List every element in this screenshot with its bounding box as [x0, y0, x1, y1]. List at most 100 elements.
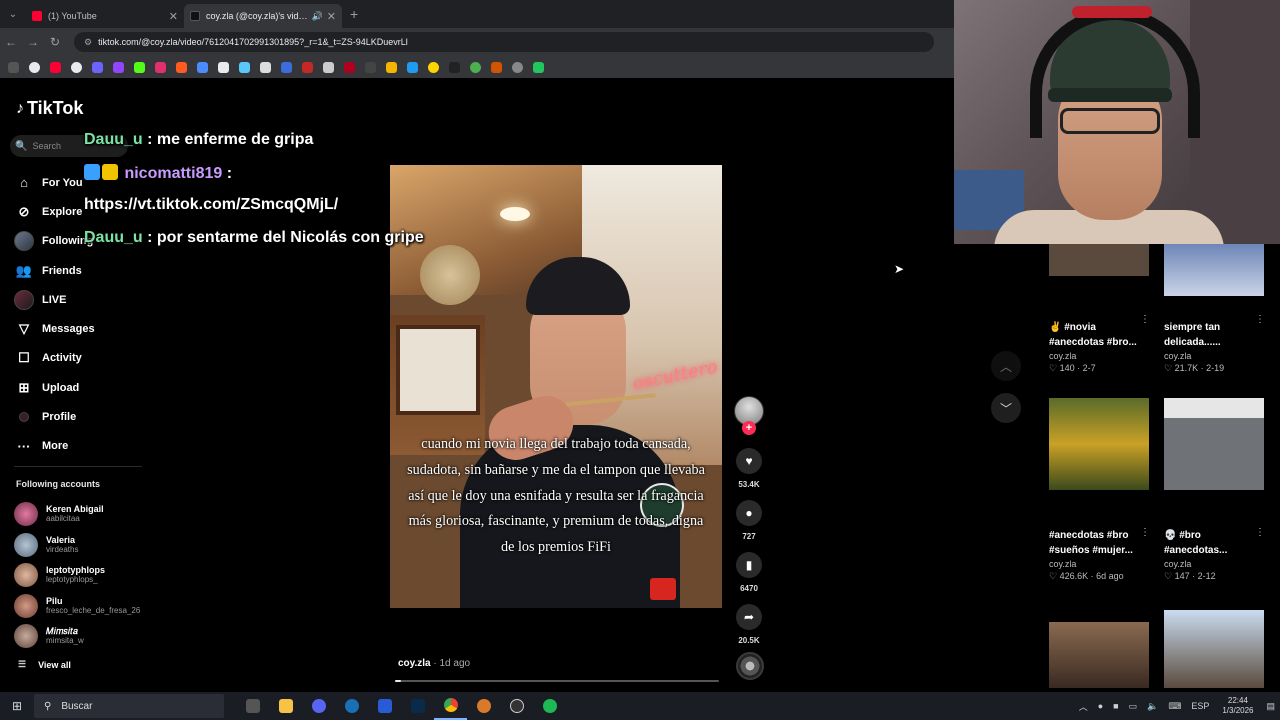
reload-icon[interactable]: ↻	[44, 35, 66, 49]
discord-icon[interactable]	[302, 692, 335, 720]
video-author[interactable]: coy.zla	[1049, 559, 1149, 569]
bookmark-icon[interactable]	[176, 61, 187, 73]
windows-start-icon[interactable]: ⊞	[0, 699, 34, 713]
video-author[interactable]: coy.zla	[1049, 351, 1149, 361]
vegas-icon[interactable]	[368, 692, 401, 720]
tab-search-icon[interactable]: ⌄	[0, 0, 26, 28]
taskbar-search-input[interactable]: ⚲ Buscar	[34, 694, 224, 718]
tab-tiktok[interactable]: coy.zla (@coy.zla)'s video o 🔊 ✕	[184, 4, 342, 28]
nav-friends[interactable]: 👥 Friends	[14, 256, 144, 285]
following-account[interactable]: Pilu fresco_leche_de_fresa_26	[14, 591, 154, 622]
video-thumbnail[interactable]	[1049, 622, 1149, 688]
bookmark-icon[interactable]	[239, 61, 250, 73]
bookmark-icon[interactable]	[533, 61, 544, 73]
back-icon[interactable]: ←	[0, 35, 22, 49]
bookmark-icon[interactable]	[428, 61, 439, 73]
like-button[interactable]: ♥ 53.4K	[734, 448, 764, 489]
network-icon[interactable]: ▭	[1129, 701, 1138, 712]
following-account[interactable]: Keren Abigail aabilcitaa	[14, 499, 154, 530]
bookmark-icon[interactable]	[155, 61, 166, 73]
nav-more[interactable]: ··· More	[14, 432, 144, 461]
view-all-button[interactable]: ☰ View all	[18, 659, 71, 670]
apps-icon[interactable]	[8, 61, 19, 73]
speaker-icon[interactable]: 🔊	[312, 11, 323, 22]
notifications-icon[interactable]: ▤	[1266, 701, 1275, 712]
volume-icon[interactable]: 🔈	[1147, 701, 1158, 712]
following-account[interactable]: leptotyphlops leptotyphlops_	[14, 560, 154, 591]
nav-activity[interactable]: ☐ Activity	[14, 344, 144, 373]
video-title[interactable]: ✌️ #novia #anecdotas #bro...	[1049, 320, 1149, 350]
bookmark-icon[interactable]	[71, 61, 82, 73]
nav-messages[interactable]: ▽ Messages	[14, 314, 144, 343]
spotify-icon[interactable]	[533, 692, 566, 720]
video-thumbnail[interactable]	[1164, 244, 1264, 296]
clock[interactable]: 22:44 1/3/2026	[1222, 696, 1253, 716]
following-account[interactable]: 𝑀𝑖𝑚𝑠𝑖𝑡𝑎 mimsita_w	[14, 621, 154, 652]
more-options-icon[interactable]: ⋮	[1140, 527, 1150, 538]
nav-live[interactable]: LIVE	[14, 285, 144, 314]
video-title[interactable]: 💀 #bro #anecdotas...	[1164, 528, 1264, 558]
more-options-icon[interactable]: ⋮	[1255, 527, 1265, 538]
bookmark-icon[interactable]	[470, 61, 481, 73]
video-author[interactable]: coy.zla	[398, 658, 431, 669]
video-progress-bar[interactable]	[395, 680, 719, 682]
close-icon[interactable]: ✕	[327, 10, 336, 23]
bookmark-icon[interactable]	[407, 61, 418, 73]
steam-icon[interactable]	[335, 692, 368, 720]
obs-icon[interactable]	[500, 692, 533, 720]
bookmark-icon[interactable]	[260, 61, 271, 73]
video-title[interactable]: #anecdotas #bro #sueños #mujer...	[1049, 528, 1149, 558]
following-account[interactable]: Valeria virdeaths	[14, 530, 154, 561]
video-thumbnail[interactable]	[1164, 610, 1264, 688]
tab-youtube[interactable]: (1) YouTube ✕	[26, 4, 184, 28]
bookmark-icon[interactable]	[365, 61, 376, 73]
nav-upload[interactable]: ⊞ Upload	[14, 373, 144, 402]
tray-app-icon[interactable]: ■	[1113, 701, 1118, 711]
bookmark-icon[interactable]	[449, 61, 460, 73]
close-icon[interactable]: ✕	[169, 10, 178, 23]
comment-button[interactable]: ● 727	[734, 500, 764, 541]
microphone-icon[interactable]: ●	[1098, 701, 1103, 711]
more-options-icon[interactable]: ⋮	[1255, 314, 1265, 325]
music-disc-icon[interactable]	[736, 652, 764, 680]
video-author[interactable]: coy.zla	[1164, 559, 1264, 569]
more-options-icon[interactable]: ⋮	[1140, 314, 1150, 325]
chevron-up-icon[interactable]: ︿	[1079, 700, 1088, 713]
scroll-up-button[interactable]: ︿	[991, 351, 1021, 381]
bookmark-icon[interactable]	[512, 61, 523, 73]
bookmark-icon[interactable]	[29, 61, 40, 73]
bookmark-icon[interactable]	[386, 61, 397, 73]
scroll-down-button[interactable]: ﹀	[991, 393, 1021, 423]
site-info-icon[interactable]: ⚙	[84, 37, 92, 48]
url-input[interactable]: ⚙ tiktok.com/@coy.zla/video/761204170299…	[74, 32, 934, 52]
taskbar-app-icon[interactable]	[236, 692, 269, 720]
bookmark-icon[interactable]	[302, 61, 313, 73]
video-title[interactable]: siempre tan delicada......	[1164, 320, 1264, 350]
bookmark-icon[interactable]	[281, 61, 292, 73]
video-thumbnail[interactable]	[1049, 398, 1149, 490]
tiktok-logo[interactable]: ♪ TikTok	[16, 98, 83, 119]
bookmark-icon[interactable]	[197, 61, 208, 73]
language-indicator[interactable]: ESP	[1191, 701, 1209, 711]
bookmark-icon[interactable]	[50, 61, 61, 73]
forward-icon[interactable]: →	[22, 35, 44, 49]
photoshop-icon[interactable]	[401, 692, 434, 720]
bookmark-icon[interactable]	[491, 61, 502, 73]
bookmark-icon[interactable]	[92, 61, 103, 73]
bookmark-icon[interactable]	[218, 61, 229, 73]
bookmark-icon[interactable]	[323, 61, 334, 73]
video-thumbnail[interactable]	[1049, 244, 1149, 276]
follow-plus-icon[interactable]: +	[742, 421, 756, 435]
share-button[interactable]: ➦ 20.5K	[734, 604, 764, 645]
new-tab-icon[interactable]: +	[350, 6, 358, 22]
bookmark-icon[interactable]	[113, 61, 124, 73]
video-author[interactable]: coy.zla	[1164, 351, 1264, 361]
save-button[interactable]: ▮ 6470	[734, 552, 764, 593]
bookmark-icon[interactable]	[134, 61, 145, 73]
nav-profile[interactable]: Profile	[14, 402, 144, 431]
chrome-icon[interactable]	[434, 692, 467, 720]
file-explorer-icon[interactable]	[269, 692, 302, 720]
video-thumbnail[interactable]	[1164, 398, 1264, 490]
bookmark-icon[interactable]	[344, 61, 355, 73]
input-method-icon[interactable]: ⌨	[1168, 701, 1181, 712]
